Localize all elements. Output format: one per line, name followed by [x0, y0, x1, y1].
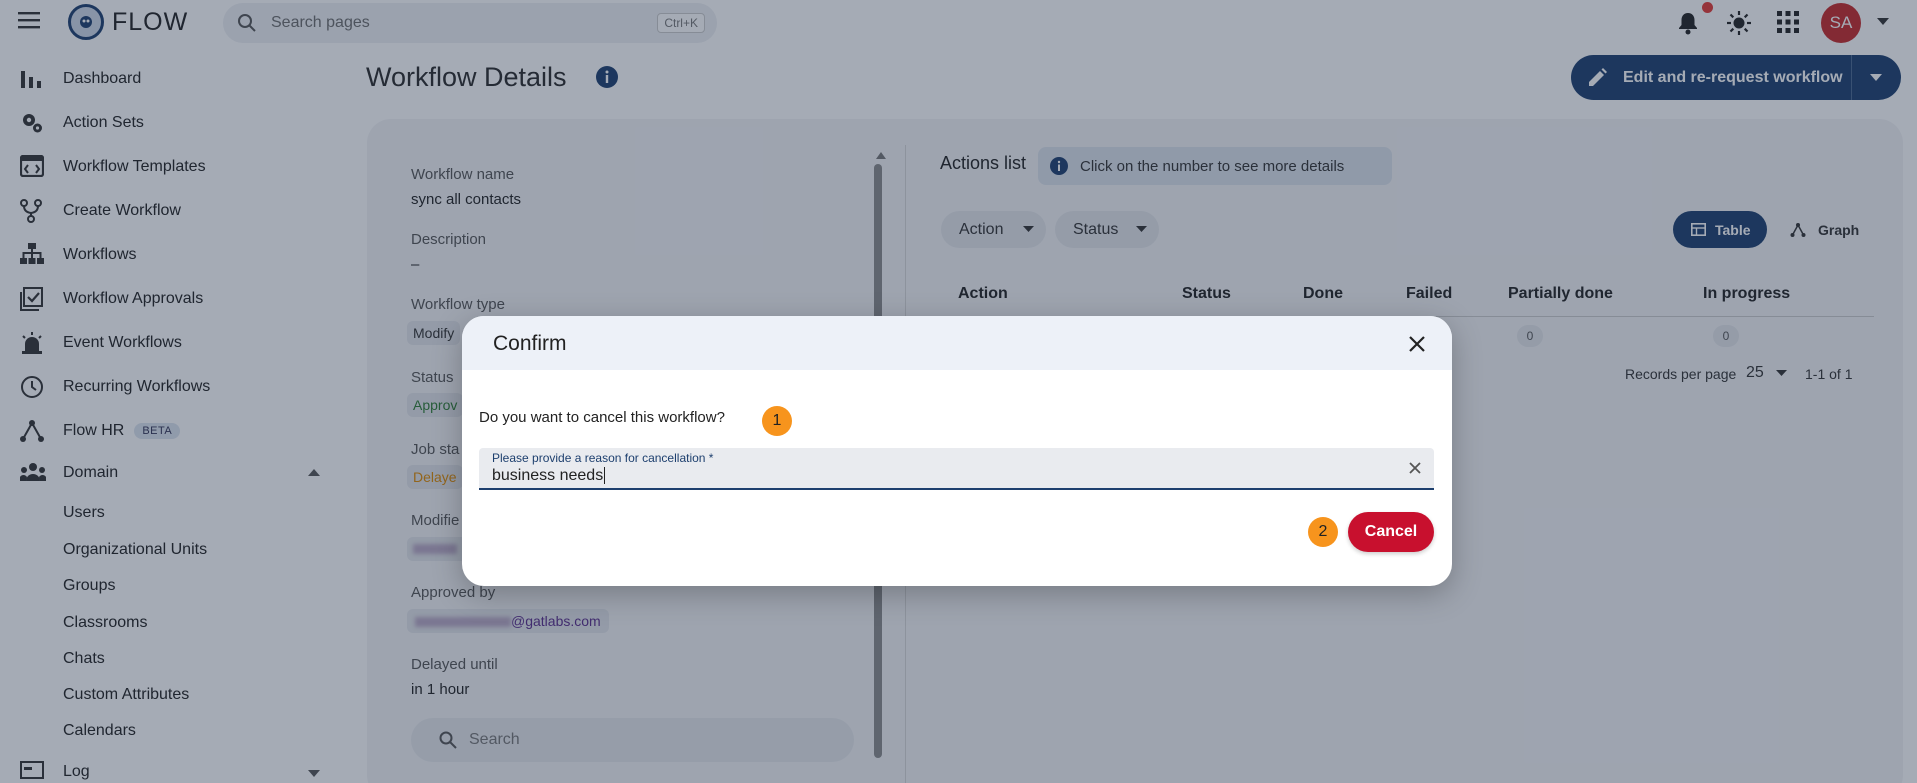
confirm-dialog: Confirm Do you want to cancel this workf…	[462, 316, 1452, 586]
cancellation-reason-field[interactable]: Please provide a reason for cancellation…	[479, 448, 1434, 490]
dialog-question: Do you want to cancel this workflow?	[479, 409, 725, 426]
step-badge-2: 2	[1308, 517, 1338, 547]
cancellation-reason-input[interactable]: business needs	[492, 467, 606, 485]
field-label: Please provide a reason for cancellation…	[492, 451, 714, 465]
step-badge-1: 1	[762, 406, 792, 436]
text-cursor	[604, 467, 606, 485]
dialog-header	[462, 316, 1452, 370]
cancel-workflow-button[interactable]: Cancel	[1348, 512, 1434, 552]
clear-icon[interactable]	[1408, 461, 1422, 475]
close-icon[interactable]	[1408, 335, 1426, 353]
dialog-title: Confirm	[493, 332, 567, 355]
